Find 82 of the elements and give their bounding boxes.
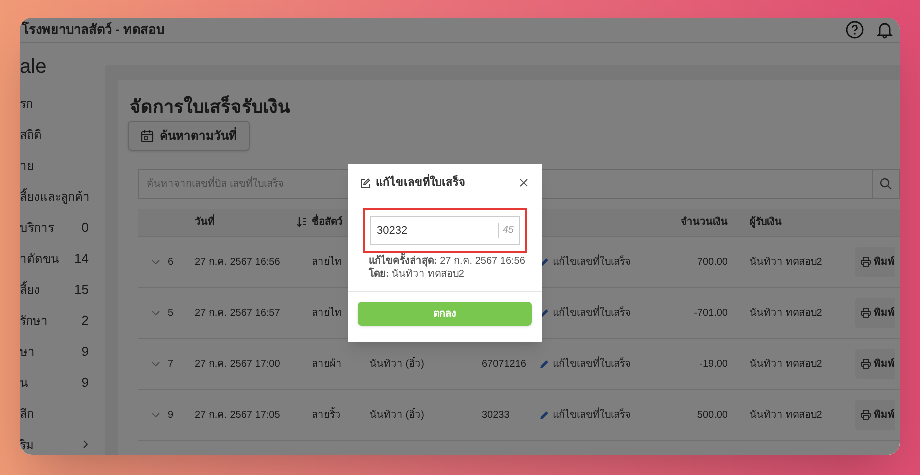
chevron-down-icon[interactable] <box>152 310 160 316</box>
sidebar-item[interactable]: ลีก <box>20 398 105 429</box>
row-number: 9 <box>168 408 174 422</box>
table-cell-text: นันทิวา (อิ๋ว) <box>370 356 426 372</box>
edit-receipt-link[interactable]: แก้ไขเลขที่ใบเสร็จ <box>553 356 631 372</box>
character-counter: 45 <box>498 223 514 238</box>
pencil-icon <box>540 410 549 420</box>
table-cell-text: ลายริ้ว <box>312 408 342 422</box>
column-header[interactable]: วันที่ <box>195 215 215 230</box>
printer-icon <box>861 308 871 318</box>
print-button[interactable]: พิมพ์ <box>855 349 895 379</box>
print-button[interactable]: พิมพ์ <box>855 298 895 328</box>
table-cell-text: 27 ก.ค. 2567 17:05 <box>195 408 282 422</box>
table-cell-text: 30233 <box>482 408 511 422</box>
item-label: าตัดขน <box>20 250 60 268</box>
table-cell-text: นันทิวา ทดสอบ2 <box>750 408 824 422</box>
sidebar-item[interactable]: ลี้ยงและลูกค้า <box>20 181 105 212</box>
table-cell-text: ลายไท <box>312 255 343 270</box>
edit-receipt-link[interactable]: แก้ไขเลขที่ใบเสร็จ <box>553 254 631 270</box>
sidebar-item[interactable]: สถิติ <box>20 119 105 150</box>
table-cell-text: 27 ก.ค. 2567 16:56 <box>195 256 282 270</box>
pencil-icon <box>540 360 549 368</box>
sidebar-item[interactable]: าย <box>20 150 105 181</box>
meta-text: โดย: นันทิวา ทดสอบ2 <box>369 268 466 281</box>
table-cell-text: นันทิวา ทดสอบ2 <box>750 256 824 270</box>
app-title: โรงพยาบาลสัตว์ - ทดสอบ <box>20 20 165 40</box>
search-icon <box>880 178 892 190</box>
page-heading: จัดการใบเสร็จรับเงิน <box>129 94 292 119</box>
print-button[interactable]: พิมพ์ <box>855 247 895 277</box>
table-cell-text: 27 ก.ค. 2567 16:57 <box>195 306 282 320</box>
print-button[interactable]: พิมพ์ <box>855 400 895 430</box>
edit-receipt-link[interactable]: แก้ไขเลขที่ใบเสร็จ <box>553 408 631 422</box>
item-label: ลี้ยง <box>20 280 41 298</box>
count-text: 15 <box>74 280 89 299</box>
sort-icon[interactable] <box>297 217 307 228</box>
confirm-button[interactable]: ตกลง <box>358 302 532 326</box>
table-cell-text: 700.00 <box>696 256 728 270</box>
table-cell-text: 67071216 <box>482 358 528 372</box>
column-header[interactable]: ชื่อสัตว์ <box>312 215 343 230</box>
dialog-title: แก้ไขเลขที่ใบเสร็จ <box>376 174 520 192</box>
bell-icon[interactable] <box>876 21 894 39</box>
item-label: รักษา <box>20 312 49 330</box>
chevron-right-icon <box>83 440 89 449</box>
item-label: ษา <box>20 344 36 360</box>
item-label: ริม <box>20 436 35 454</box>
search-button[interactable] <box>873 169 900 199</box>
sidebar-item[interactable]: รก <box>20 88 105 119</box>
table-cell-text: นันทิวา ทดสอบ2 <box>750 358 824 372</box>
item-label: บริการ <box>20 220 55 236</box>
printer-icon <box>861 410 871 420</box>
count-text: 9 <box>82 374 89 392</box>
close-button[interactable] <box>520 178 530 188</box>
edit-receipt-link[interactable]: แก้ไขเลขที่ใบเสร็จ <box>553 306 631 320</box>
table-cell-text: ลายผ้า <box>312 358 343 372</box>
help-icon[interactable] <box>846 21 864 39</box>
table-cell-text: -701.00 <box>693 306 728 320</box>
chevron-down-icon[interactable] <box>152 260 160 264</box>
table-cell-text: -19.00 <box>698 358 728 372</box>
edit-icon <box>360 178 371 188</box>
close-icon <box>520 179 528 187</box>
calendar-icon <box>141 130 154 142</box>
date-filter-button[interactable]: ค้นหาตามวันที่ <box>128 121 250 151</box>
count-text: 9 <box>82 342 89 361</box>
table-cell-text: นันทิวา (อิ๋ว) <box>370 408 426 422</box>
row-number: 7 <box>168 358 174 372</box>
logo-text: ale <box>20 55 48 80</box>
row-number: 5 <box>168 306 174 320</box>
table-cell-text: ลายไท <box>312 306 343 320</box>
count-text: 2 <box>82 312 89 330</box>
row-number: 6 <box>168 256 174 270</box>
item-label: น <box>20 374 29 392</box>
column-header[interactable]: ผู้รับเงิน <box>750 215 782 230</box>
table-cell-text: 27 ก.ค. 2567 17:00 <box>195 358 282 372</box>
printer-icon <box>861 359 871 369</box>
chevron-down-icon[interactable] <box>152 362 160 366</box>
count-text: 14 <box>74 250 89 268</box>
column-header[interactable]: จำนวนเงิน <box>681 215 728 230</box>
count-text: 0 <box>82 218 89 237</box>
table-cell-text: 500.00 <box>696 408 728 422</box>
printer-icon <box>861 257 871 267</box>
chevron-down-icon[interactable] <box>152 412 160 418</box>
table-cell-text: นันทิวา ทดสอบ2 <box>750 306 824 320</box>
